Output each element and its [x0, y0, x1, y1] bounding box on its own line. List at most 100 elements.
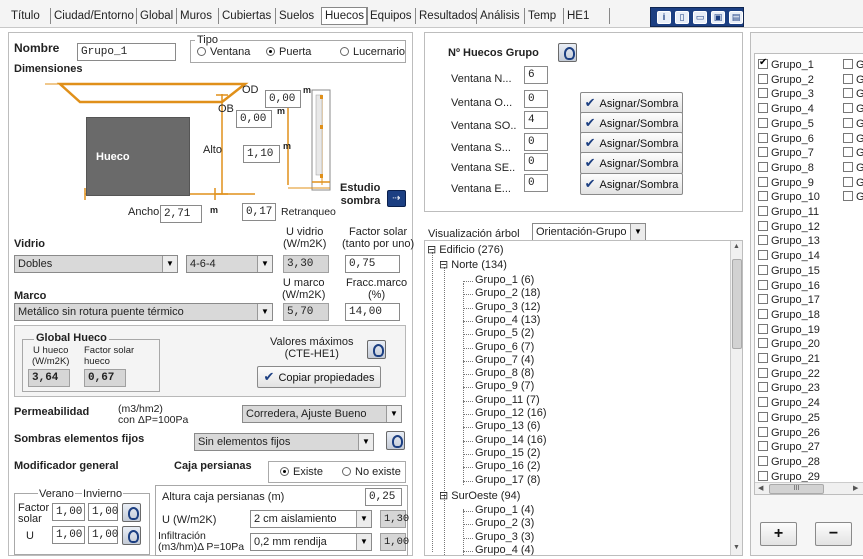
tree-node-group[interactable]: Grupo_12 (16)	[475, 407, 547, 419]
group-list-item-col2[interactable]: Gr	[843, 132, 863, 145]
tree-node-norte[interactable]: ⊟ Norte (134)	[439, 258, 507, 271]
tree-node-edificio[interactable]: ⊟ Edificio (276)	[427, 243, 503, 256]
caja-existe-option[interactable]: Existe	[280, 466, 323, 478]
group-list-item[interactable]: Grupo_19	[758, 323, 820, 336]
u-caja-select[interactable]: 2 cm aislamiento ▼	[250, 510, 372, 528]
checkbox-icon[interactable]	[843, 161, 853, 172]
tree-node-group[interactable]: Grupo_3 (12)	[475, 301, 540, 313]
u-invierno-input[interactable]: 1,00	[88, 526, 118, 544]
nombre-input[interactable]: Grupo_1	[77, 43, 176, 61]
checkbox-icon[interactable]	[758, 441, 768, 452]
group-list-item-col2[interactable]: Gr	[843, 147, 863, 159]
checkbox-icon[interactable]	[758, 161, 768, 172]
asignar-sombra-button-so[interactable]: ✔ Asignar/Sombra	[580, 112, 683, 134]
group-list-item[interactable]: Grupo_14	[758, 250, 820, 262]
tree-node-group[interactable]: Grupo_13 (6)	[475, 420, 540, 432]
checkbox-icon[interactable]	[758, 206, 768, 216]
fracc-marco-input[interactable]: 14,00	[345, 303, 400, 321]
tree-node-group[interactable]: Grupo_2 (18)	[475, 287, 540, 299]
u-verano-input[interactable]: 1,00	[52, 526, 85, 544]
ob-input[interactable]: 0,00	[236, 110, 272, 128]
group-list-item[interactable]: Grupo_15	[758, 264, 820, 277]
huecos-grupo-help-icon[interactable]	[558, 43, 577, 62]
asignar-sombra-button-s[interactable]: ✔ Asignar/Sombra	[580, 132, 683, 154]
tipo-option-lucernario[interactable]: Lucernario	[340, 46, 405, 58]
checkbox-icon[interactable]	[758, 191, 768, 202]
group-list-item[interactable]: Grupo_20	[758, 338, 820, 350]
scroll-left-icon[interactable]: ◀	[758, 484, 763, 492]
checkbox-icon[interactable]	[758, 176, 768, 187]
group-list-item-col2[interactable]: Gr	[843, 73, 863, 86]
group-list-item-col2[interactable]: Gr	[843, 117, 863, 130]
factor-solar-input[interactable]: 0,75	[345, 255, 400, 273]
group-list-item[interactable]: Grupo_4	[758, 103, 814, 115]
tab-he1[interactable]: HE1	[563, 8, 611, 24]
altura-caja-input[interactable]: 0,25	[365, 488, 402, 506]
group-list-item[interactable]: Grupo_28	[758, 455, 820, 468]
tab-cubiertas[interactable]: Cubiertas	[218, 8, 274, 24]
group-list-item[interactable]: Grupo_2	[758, 73, 814, 86]
checkbox-icon[interactable]	[843, 132, 853, 143]
tab-ciudad-entorno[interactable]: Ciudad/Entorno	[50, 8, 137, 24]
checkbox-icon[interactable]	[758, 367, 768, 378]
group-list-item[interactable]: Grupo_1	[758, 57, 814, 71]
group-list-item[interactable]: Grupo_8	[758, 161, 814, 174]
infiltracion-select[interactable]: 0,2 mm rendija ▼	[250, 533, 372, 551]
tab-equipos[interactable]: Equipos	[366, 8, 415, 24]
tab-muros[interactable]: Muros	[176, 8, 215, 24]
ventana-se-input[interactable]: 0	[524, 153, 548, 171]
group-list-item[interactable]: Grupo_22	[758, 367, 820, 380]
checkbox-icon[interactable]	[758, 250, 768, 261]
sombras-select[interactable]: Sin elementos fijos ▼	[194, 433, 374, 451]
checkbox-icon[interactable]	[843, 117, 853, 128]
group-list-item-col2[interactable]: Gr	[843, 103, 863, 115]
tree-node-group[interactable]: Grupo_15 (2)	[475, 447, 540, 459]
group-list-item-col2[interactable]: Gr	[843, 161, 863, 174]
checkbox-icon[interactable]	[758, 426, 768, 437]
tab-resultados[interactable]: Resultados	[415, 8, 480, 24]
add-group-button[interactable]: +	[760, 522, 797, 546]
tab-temp[interactable]: Temp	[524, 8, 559, 24]
tab-titulo[interactable]: Título	[8, 8, 43, 24]
checkbox-icon[interactable]	[758, 470, 768, 481]
tree-node-group[interactable]: Grupo_2 (3)	[475, 517, 534, 529]
group-list-item[interactable]: Grupo_16	[758, 279, 820, 292]
checkbox-icon[interactable]	[758, 294, 768, 305]
permeabilidad-select[interactable]: Corredera, Ajuste Bueno ▼	[242, 405, 402, 423]
ventana-e-input[interactable]: 0	[524, 174, 548, 192]
checkbox-checked-icon[interactable]	[758, 57, 768, 69]
group-list-item[interactable]: Grupo_13	[758, 235, 820, 247]
tree-node-group[interactable]: Grupo_6 (7)	[475, 341, 534, 353]
tipo-option-ventana[interactable]: Ventana	[197, 46, 250, 58]
tree-node-group[interactable]: Grupo_5 (2)	[475, 327, 534, 339]
marco-type-select[interactable]: Metálico sin rotura puente térmico ▼	[14, 303, 273, 321]
group-list-item[interactable]: Grupo_5	[758, 117, 814, 130]
group-list-item[interactable]: Grupo_17	[758, 294, 820, 306]
valores-maximos-help-icon[interactable]	[367, 340, 386, 359]
checkbox-icon[interactable]	[758, 308, 768, 319]
tree-node-group[interactable]: Grupo_8 (8)	[475, 367, 534, 379]
tree-scroll-thumb[interactable]	[732, 259, 742, 349]
checkbox-icon[interactable]	[758, 279, 768, 290]
group-list-item[interactable]: Grupo_12	[758, 220, 820, 233]
visualizacion-arbol-select[interactable]: Orientación-Grupo ▼	[532, 223, 646, 241]
estudio-sombra-button[interactable]: ⇢	[387, 190, 406, 207]
factor-verano-input[interactable]: 1,00	[52, 503, 85, 521]
group-list-item[interactable]: Grupo_21	[758, 353, 820, 365]
group-list-item-col2[interactable]: Gr	[843, 176, 863, 189]
caja-no-existe-option[interactable]: No existe	[342, 466, 401, 478]
tree-node-group[interactable]: Grupo_3 (3)	[475, 531, 534, 543]
checkbox-icon[interactable]	[843, 147, 853, 158]
group-list-item[interactable]: Grupo_23	[758, 382, 820, 394]
tab-huecos[interactable]: Huecos	[321, 7, 368, 25]
info-icon[interactable]: i	[657, 11, 671, 24]
checkbox-icon[interactable]	[758, 117, 768, 128]
checkbox-icon[interactable]	[843, 88, 853, 99]
save-icon[interactable]: ▣	[711, 11, 725, 24]
group-list-item[interactable]: Grupo_11	[758, 206, 819, 218]
checkbox-icon[interactable]	[758, 397, 768, 408]
tree-node-group[interactable]: Grupo_9 (7)	[475, 380, 534, 392]
tree-node-suroeste[interactable]: ⊟ SurOeste (94)	[439, 489, 520, 502]
tree-node-group[interactable]: Grupo_16 (2)	[475, 460, 540, 472]
checkbox-icon[interactable]	[758, 147, 768, 158]
